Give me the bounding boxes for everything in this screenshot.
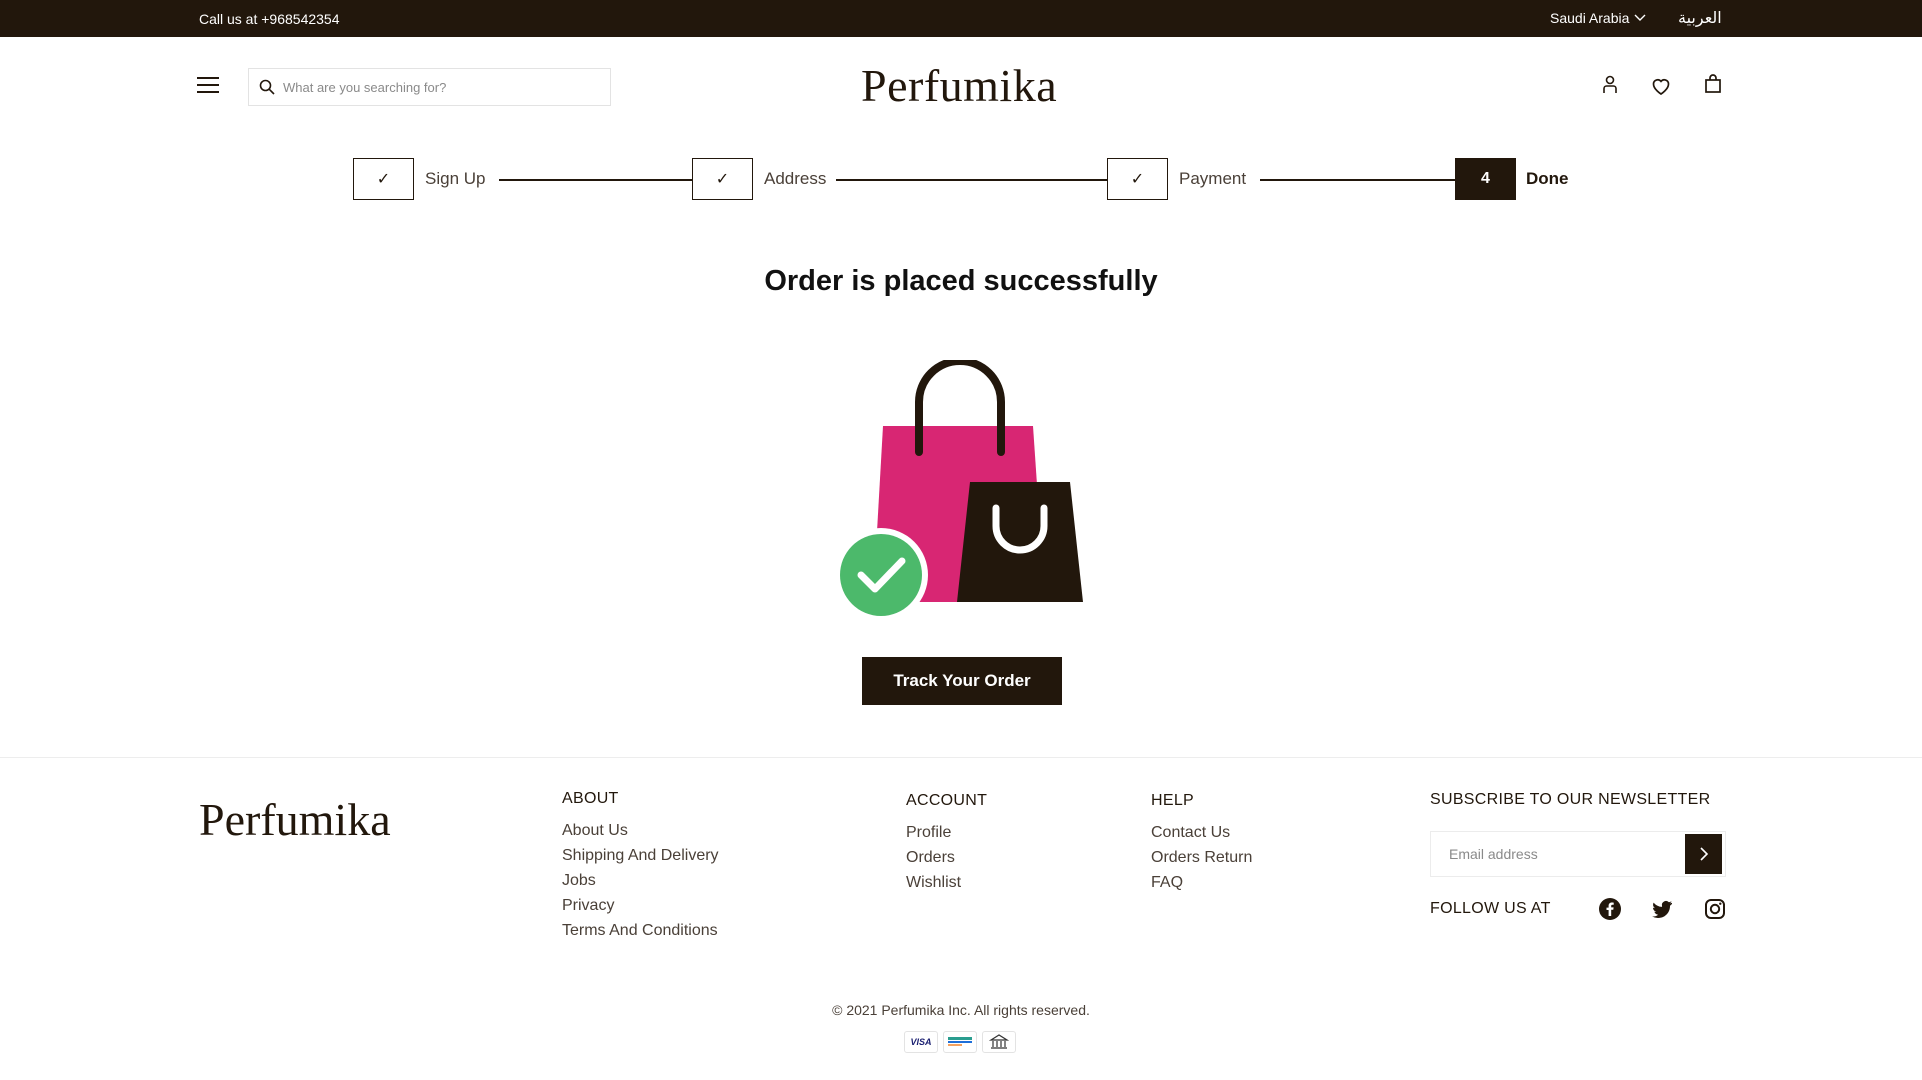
region-selector[interactable]: Saudi Arabia [1550,10,1646,26]
step-address-label: Address [764,169,827,188]
footer-link-about-us[interactable]: About Us [562,822,719,840]
step-address-marker: ✓ [692,158,753,200]
step-payment-label: Payment [1179,169,1247,188]
step-signup-label: Sign Up [425,169,486,188]
language-switch[interactable]: العربية [1678,8,1722,28]
card-icon [943,1031,977,1053]
visa-card-icon: VISA [904,1031,938,1053]
footer-link-contact[interactable]: Contact Us [1151,824,1252,842]
instagram-icon[interactable] [1703,897,1727,921]
footer-link-wishlist[interactable]: Wishlist [906,874,987,892]
chevron-right-icon [1699,847,1708,861]
header: Perfumika [0,37,1922,137]
footer-help-heading: HELP [1151,792,1194,809]
footer-link-orders-return[interactable]: Orders Return [1151,849,1252,867]
track-order-button[interactable]: Track Your Order [862,657,1062,705]
twitter-icon[interactable] [1650,897,1674,921]
payment-methods: VISA [904,1031,1016,1053]
page-title: Order is placed successfully [764,265,1158,297]
newsletter-section: SUBSCRIBE TO OUR NEWSLETTER [1430,791,1710,809]
search-icon [259,79,275,95]
checkout-stepper: ✓ Sign Up ✓ Address ✓ Payment 4 Done [0,158,1922,202]
email-field[interactable] [1431,846,1685,862]
footer-link-terms[interactable]: Terms And Conditions [562,922,719,940]
footer-logo[interactable]: Perfumika [199,793,391,846]
footer-link-orders[interactable]: Orders [906,849,987,867]
chevron-down-icon [1634,14,1646,21]
footer-about-column: ABOUT About Us Shipping And Delivery Job… [562,790,719,947]
footer-link-shipping[interactable]: Shipping And Delivery [562,847,719,865]
region-label: Saudi Arabia [1550,10,1630,26]
search-input[interactable] [283,79,610,95]
step-payment-marker: ✓ [1107,158,1168,200]
footer-link-profile[interactable]: Profile [906,824,987,842]
site-logo[interactable]: Perfumika [861,59,1057,112]
search-box[interactable] [248,68,611,106]
footer-help-column: HELP Contact Us Orders Return FAQ [1151,792,1252,899]
step-connector [1260,179,1456,181]
step-connector [836,179,1107,181]
step-connector [499,179,693,181]
footer-account-column: ACCOUNT Profile Orders Wishlist [906,792,987,899]
copyright-text: © 2021 Perfumika Inc. All rights reserve… [832,1002,1090,1018]
phone-contact[interactable]: Call us at +968542354 [199,11,340,27]
step-done-marker: 4 [1455,158,1516,200]
shopping-bags-success-illustration [834,360,1083,622]
newsletter-heading: SUBSCRIBE TO OUR NEWSLETTER [1430,791,1711,808]
bank-icon [982,1031,1016,1053]
step-done-label: Done [1526,169,1569,188]
footer-about-heading: ABOUT [562,790,619,807]
subscribe-button[interactable] [1685,834,1722,874]
heart-icon[interactable] [1649,74,1673,98]
footer-divider [0,757,1922,758]
top-bar: Call us at +968542354 Saudi Arabia العرب… [0,0,1922,37]
footer-link-privacy[interactable]: Privacy [562,897,719,915]
newsletter-form [1430,831,1726,877]
menu-icon[interactable] [197,77,219,95]
user-icon[interactable] [1598,73,1622,97]
footer-link-faq[interactable]: FAQ [1151,874,1252,892]
shopping-bag-icon[interactable] [1701,72,1725,96]
footer-link-jobs[interactable]: Jobs [562,872,719,890]
facebook-icon[interactable] [1598,897,1622,921]
follow-us-label: FOLLOW US AT [1430,900,1551,917]
footer-account-heading: ACCOUNT [906,792,988,809]
step-signup-marker: ✓ [353,158,414,200]
